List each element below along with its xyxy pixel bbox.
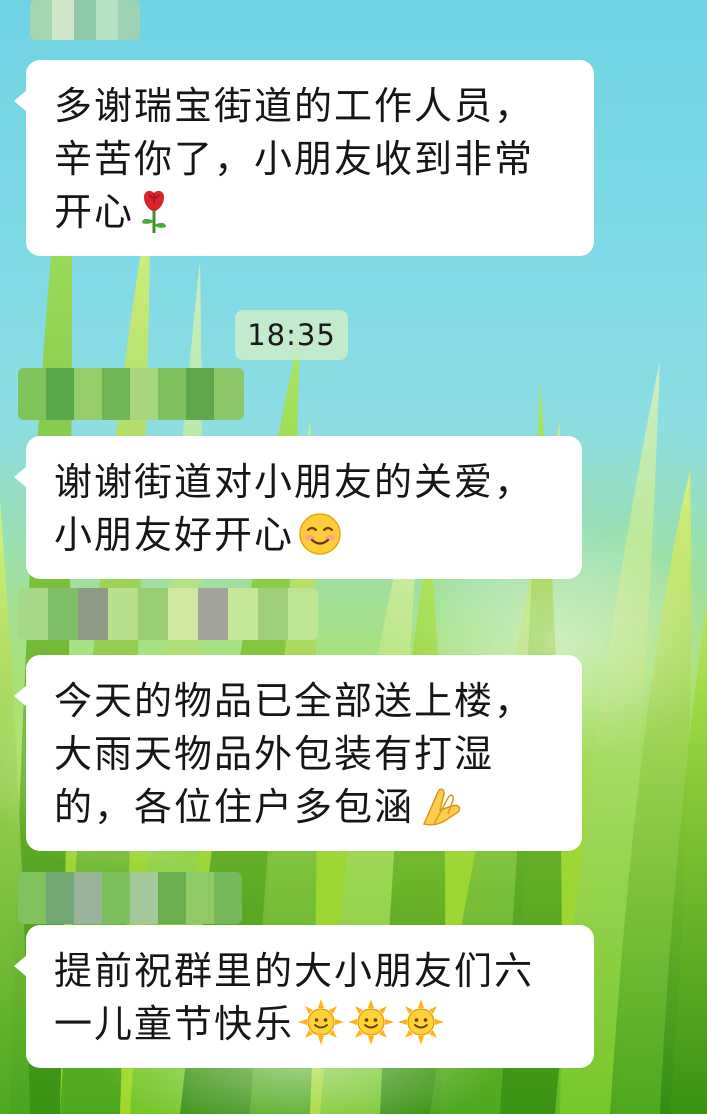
- message-text-line: 多谢瑞宝街道的工作人员，: [54, 84, 535, 128]
- message-text-line: 大雨天物品外包装有打湿: [54, 732, 495, 776]
- message-text: 小朋友好开心: [54, 513, 295, 557]
- message-text-line: 开心: [54, 186, 570, 247]
- message-text-line: 小朋友好开心: [54, 509, 558, 570]
- sender-name-blurred: [18, 872, 242, 924]
- bubble-tail: [14, 685, 27, 707]
- sun-with-face-emoji: [298, 999, 345, 1059]
- bubble-tail: [14, 90, 27, 112]
- bubble-tail: [14, 466, 27, 488]
- message-text: 开心: [54, 190, 135, 234]
- message-text-line: 辛苦你了，小朋友收到非常: [54, 137, 535, 181]
- rose-emoji: [138, 189, 170, 247]
- sender-name-blurred: [18, 368, 244, 420]
- message-text: 一儿童节快乐: [54, 1002, 295, 1046]
- message-text-line: 一儿童节快乐: [54, 998, 570, 1059]
- bubble-tail: [14, 955, 27, 977]
- message-bubble[interactable]: 今天的物品已全部送上楼， 大雨天物品外包装有打湿 的，各位住户多包涵: [14, 655, 582, 851]
- message-text-line: 谢谢街道对小朋友的关爱，: [54, 460, 535, 504]
- message-text: 的，各位住户多包涵: [54, 785, 415, 829]
- message-text-line: 的，各位住户多包涵: [54, 781, 558, 842]
- message-text-line: 今天的物品已全部送上楼，: [54, 679, 535, 723]
- message-bubble[interactable]: 多谢瑞宝街道的工作人员， 辛苦你了，小朋友收到非常 开心: [14, 60, 594, 256]
- message-text-line: 提前祝群里的大小朋友们六: [54, 949, 535, 993]
- message-bubble[interactable]: 谢谢街道对小朋友的关爱， 小朋友好开心: [14, 436, 582, 579]
- sun-with-face-emoji: [348, 999, 395, 1059]
- smiling-face-emoji: [298, 512, 342, 570]
- folded-hands-emoji: [418, 784, 466, 842]
- timestamp-divider: 18:35: [235, 310, 348, 360]
- sender-name-blurred: [30, 0, 140, 40]
- message-bubble[interactable]: 提前祝群里的大小朋友们六 一儿童节快乐: [14, 925, 594, 1068]
- sender-name-blurred: [18, 588, 318, 640]
- sun-with-face-emoji: [398, 999, 445, 1059]
